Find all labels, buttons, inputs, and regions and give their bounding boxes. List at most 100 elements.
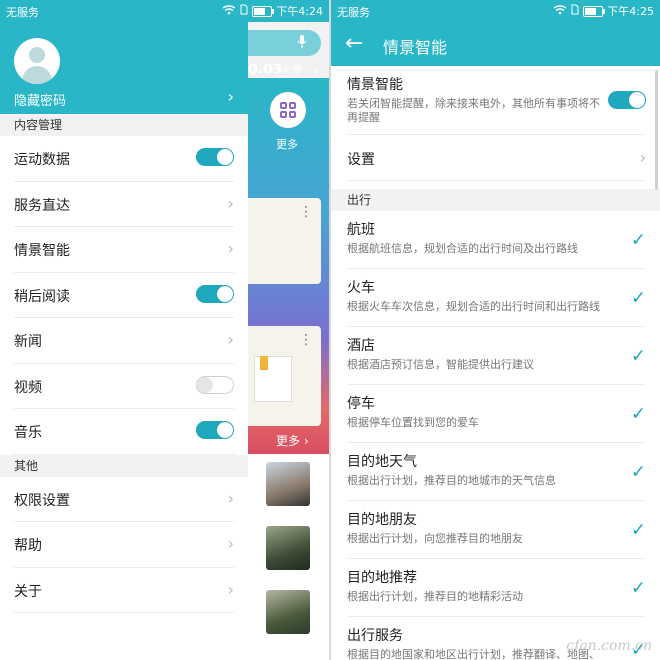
toggle-switch[interactable] bbox=[196, 421, 234, 439]
chevron-right-icon[interactable]: › bbox=[313, 64, 319, 80]
checkmark-icon[interactable]: ✓ bbox=[631, 403, 646, 424]
drawer-item[interactable]: 新闻 › bbox=[14, 318, 234, 364]
drawer-item[interactable]: 运动数据 bbox=[14, 136, 234, 182]
more-link[interactable]: 更多 › bbox=[276, 432, 309, 449]
drawer-item[interactable]: 情景智能 › bbox=[14, 227, 234, 273]
content-settings-list: 运动数据 服务直达 › 情景智能 › 稍后阅读新闻 › 视频音乐 bbox=[0, 136, 248, 455]
microphone-icon[interactable] bbox=[297, 35, 307, 53]
master-toggle-holder bbox=[608, 91, 646, 109]
toggle-switch[interactable] bbox=[196, 375, 234, 394]
chevron-right-icon: › bbox=[227, 579, 234, 599]
drawer-item-label: 视频 bbox=[14, 379, 42, 396]
checkmark-icon[interactable]: ✓ bbox=[631, 229, 646, 250]
toggle-holder bbox=[196, 284, 234, 303]
checkmark-icon[interactable]: ✓ bbox=[631, 519, 646, 540]
right-screen: 无服务 下午4:25 ← 情景智能 情景智能 若关闭智能提醒，除来接来电外，其他… bbox=[331, 0, 660, 660]
chevron-right-icon: › bbox=[227, 239, 234, 258]
settings-list: 情景智能 若关闭智能提醒，除来接来电外，其他所有事项将不再提醒 设置 › 出行 … bbox=[331, 66, 660, 660]
drawer-item-label: 新闻 bbox=[14, 334, 42, 350]
travel-item-subtitle: 根据酒店预订信息，智能提供出行建议 bbox=[347, 358, 534, 371]
sim-icon bbox=[240, 4, 248, 18]
other-settings-list: 权限设置 › 帮助 › 关于 › bbox=[0, 477, 248, 613]
left-screen: 无服务 下午4:24 0.03公里 › 更多 ⋮ ⋮ 更多 › 隐藏密码 › 内… bbox=[0, 0, 329, 660]
more-vert-icon[interactable]: ⋮ bbox=[299, 204, 313, 220]
scrollbar[interactable] bbox=[655, 70, 658, 190]
sim-icon bbox=[571, 4, 579, 18]
drawer-item[interactable]: 帮助 › bbox=[14, 522, 234, 568]
drawer-item-label: 关于 bbox=[14, 583, 42, 600]
travel-item[interactable]: 目的地朋友 根据出行计划，向您推荐目的地朋友 ✓ bbox=[347, 501, 646, 559]
feed-card[interactable]: ⋮ bbox=[248, 326, 321, 426]
chevron-right-icon[interactable]: › bbox=[228, 87, 234, 106]
checkmark-icon[interactable]: ✓ bbox=[631, 577, 646, 598]
travel-items-list: 航班 根据航班信息，规划合适的出行时间及出行路线 ✓ 火车 根据火车车次信息，规划合适的… bbox=[331, 211, 660, 660]
settings-row[interactable]: 设置 › bbox=[347, 135, 646, 181]
more-vert-icon[interactable]: ⋮ bbox=[299, 332, 313, 348]
situational-intelligence-toggle[interactable] bbox=[608, 91, 646, 109]
drawer-item-label: 稍后阅读 bbox=[14, 288, 70, 305]
more-apps-icon[interactable] bbox=[270, 92, 306, 128]
chevron-right-icon: › bbox=[227, 330, 234, 349]
drawer-item[interactable]: 视频 bbox=[14, 364, 234, 409]
chevron-right-icon: › bbox=[227, 534, 234, 553]
status-bar: 无服务 下午4:24 bbox=[0, 0, 329, 22]
search-bar[interactable] bbox=[248, 30, 321, 56]
carrier-text: 无服务 bbox=[6, 6, 39, 19]
checkmark-icon[interactable]: ✓ bbox=[631, 461, 646, 482]
drawer-item[interactable]: 服务直达 › bbox=[14, 182, 234, 227]
travel-item-subtitle: 根据出行计划，推荐目的地城市的天气信息 bbox=[347, 474, 556, 487]
battery-icon bbox=[583, 5, 606, 17]
travel-item[interactable]: 目的地推荐 根据出行计划，推荐目的地精彩活动 ✓ bbox=[347, 559, 646, 617]
toggle-holder bbox=[196, 148, 234, 166]
drawer-item[interactable]: 权限设置 › bbox=[14, 477, 234, 522]
news-thumbnail[interactable] bbox=[266, 590, 310, 634]
travel-item[interactable]: 火车 根据火车车次信息，规划合适的出行时间和出行路线 ✓ bbox=[347, 269, 646, 327]
section-header-content: 内容管理 bbox=[0, 114, 248, 136]
clock-text: 下午4:25 bbox=[607, 5, 654, 18]
toggle-switch[interactable] bbox=[196, 148, 234, 166]
drawer-item-label: 权限设置 bbox=[14, 492, 70, 509]
chevron-right-icon: › bbox=[227, 193, 234, 213]
carrier-text: 无服务 bbox=[337, 6, 370, 19]
drawer-item-label: 帮助 bbox=[14, 538, 42, 554]
title-bar: ← 情景智能 bbox=[331, 22, 660, 66]
distance-unit: 公里 bbox=[282, 66, 303, 77]
drawer-item-label: 音乐 bbox=[14, 425, 42, 441]
travel-item-title: 火车 bbox=[347, 280, 375, 296]
checkmark-icon[interactable]: ✓ bbox=[631, 345, 646, 366]
drawer-item[interactable]: 稍后阅读 bbox=[14, 273, 234, 318]
travel-item[interactable]: 酒店 根据酒店预订信息，智能提供出行建议 ✓ bbox=[347, 327, 646, 385]
travel-item-subtitle: 根据停车位置找到您的爱车 bbox=[347, 416, 479, 429]
wifi-icon bbox=[222, 4, 236, 18]
wifi-icon bbox=[553, 4, 567, 18]
back-arrow-icon[interactable]: ← bbox=[345, 31, 363, 56]
feed-card[interactable]: ⋮ bbox=[248, 198, 321, 284]
news-thumbnail[interactable] bbox=[266, 462, 310, 506]
travel-item[interactable]: 目的地天气根据出行计划，推荐目的地城市的天气信息 ✓ bbox=[347, 443, 646, 501]
side-drawer: 隐藏密码 › 内容管理 运动数据 服务直达 › 情景智能 › 稍后阅读 新闻 › 视频 音乐 其他… bbox=[0, 22, 248, 660]
drawer-item[interactable]: 音乐 bbox=[14, 409, 234, 455]
travel-item-title: 停车 bbox=[347, 396, 375, 412]
travel-item[interactable]: 航班 根据航班信息，规划合适的出行时间及出行路线 ✓ bbox=[347, 211, 646, 269]
toggle-holder bbox=[196, 375, 234, 394]
battery-icon bbox=[252, 5, 275, 17]
checkmark-icon[interactable]: ✓ bbox=[631, 287, 646, 308]
avatar[interactable] bbox=[14, 38, 60, 84]
bookmark-icon bbox=[260, 356, 268, 370]
clock-text: 下午4:24 bbox=[276, 5, 323, 18]
drawer-item-label: 情景智能 bbox=[14, 243, 70, 259]
master-switch-subtitle: 若关闭智能提醒，除来接来电外，其他所有事项将不再提醒 bbox=[347, 97, 600, 124]
travel-item-subtitle: 根据航班信息，规划合适的出行时间及出行路线 bbox=[347, 242, 578, 255]
drawer-item[interactable]: 关于 › bbox=[14, 568, 234, 613]
distance-number: 0.03 bbox=[248, 62, 283, 78]
travel-item-title: 目的地推荐 bbox=[347, 570, 417, 586]
travel-item-title: 目的地朋友 bbox=[347, 512, 417, 528]
section-header-travel: 出行 bbox=[331, 189, 660, 211]
news-thumbnail[interactable] bbox=[266, 526, 310, 570]
chevron-right-icon: › bbox=[227, 488, 234, 508]
travel-item[interactable]: 停车根据停车位置找到您的爱车 ✓ bbox=[347, 385, 646, 443]
toggle-switch[interactable] bbox=[196, 284, 234, 303]
travel-item-title: 目的地天气 bbox=[347, 454, 417, 470]
account-header[interactable]: 隐藏密码 › bbox=[0, 22, 248, 114]
master-switch-row[interactable]: 情景智能 若关闭智能提醒，除来接来电外，其他所有事项将不再提醒 bbox=[347, 66, 646, 135]
